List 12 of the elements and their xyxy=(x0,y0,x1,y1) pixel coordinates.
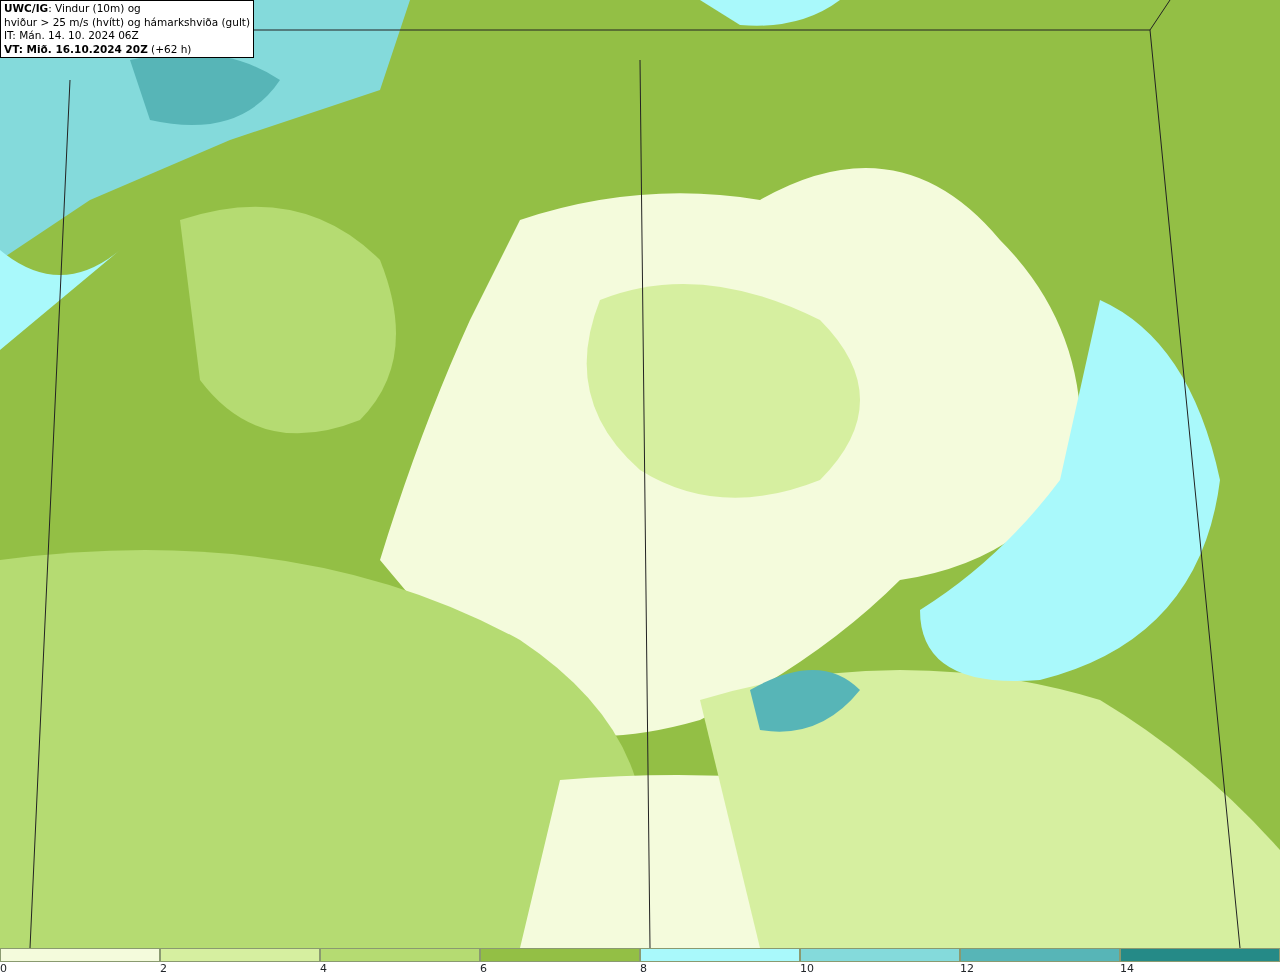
legend-label: 10 xyxy=(800,962,814,976)
info-text: IT: Mán. 14. 10. 2024 06Z xyxy=(4,29,140,43)
legend-label: 0 xyxy=(0,962,7,976)
legend-label: 8 xyxy=(640,962,647,976)
info-text: UWC/IG: Vindur (10m) og xyxy=(4,2,142,16)
legend-label: 14 xyxy=(1120,962,1134,976)
legend-label: 4 xyxy=(320,962,327,976)
legend-label: 2 xyxy=(160,962,167,976)
info-text: hviður > 25 m/s (hvítt) og hámarkshviða (gult) xyxy=(4,15,251,29)
info-text: VT: Mið. 16.10.2024 20Z (+62 h) xyxy=(4,42,193,56)
legend-label: 6 xyxy=(480,962,487,976)
legend-label: 12 xyxy=(960,962,974,976)
